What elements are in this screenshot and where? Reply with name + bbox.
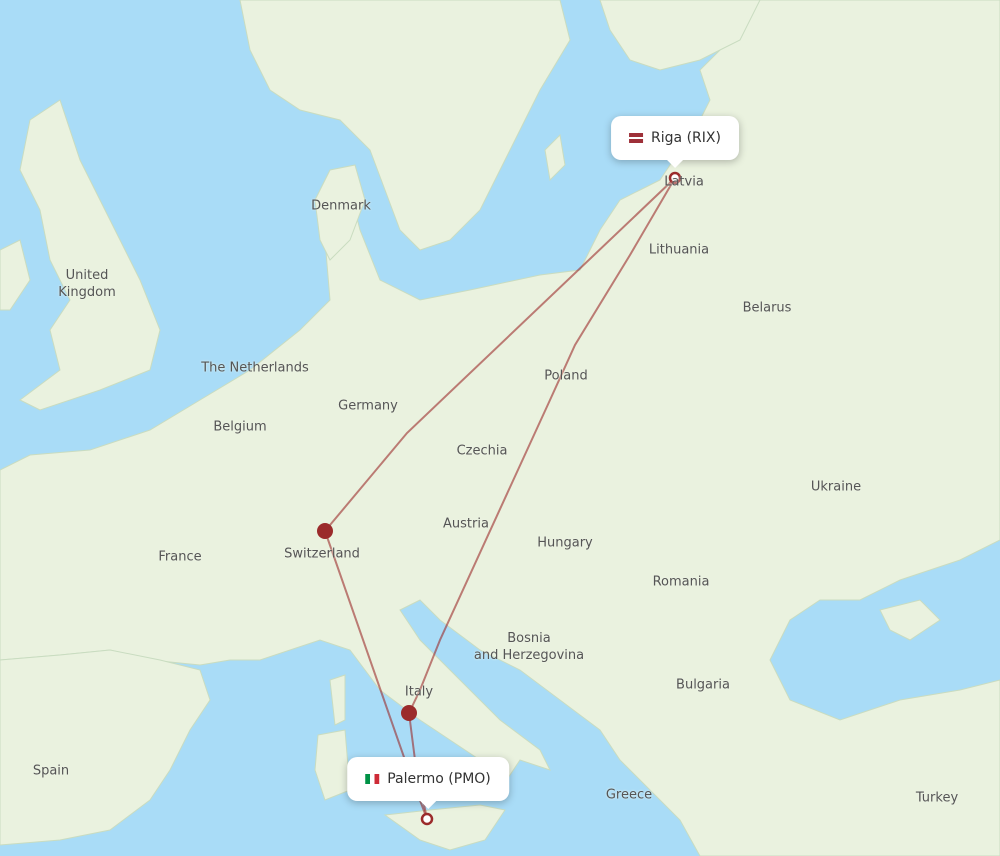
stopover-rome-dot[interactable]	[401, 705, 417, 721]
country-label-bulgaria: Bulgaria	[676, 677, 730, 693]
country-label-switzerland: Switzerland	[284, 546, 360, 562]
country-label-austria: Austria	[443, 516, 489, 532]
country-label-ukraine: Ukraine	[810, 479, 862, 495]
country-label-hungary: Hungary	[537, 535, 593, 551]
country-label-latvia: Latvia	[664, 174, 704, 190]
country-label-bosnia: Bosnia and Herzegovina	[473, 631, 585, 663]
stopover-zurich-dot[interactable]	[317, 523, 333, 539]
country-label-denmark: Denmark	[311, 198, 371, 214]
country-label-belgium: Belgium	[213, 419, 267, 435]
country-label-belarus: Belarus	[742, 300, 792, 316]
destination-callout[interactable]: Riga (RIX)	[611, 116, 739, 168]
country-label-turkey: Turkey	[915, 790, 959, 806]
country-label-greece: Greece	[605, 787, 653, 803]
country-label-lithuania: Lithuania	[648, 242, 710, 258]
country-label-romania: Romania	[652, 574, 710, 590]
latvia-flag-icon	[629, 133, 644, 143]
origin-marker[interactable]	[420, 812, 434, 826]
country-label-poland: Poland	[544, 368, 588, 384]
country-label-germany: Germany	[338, 398, 398, 414]
country-label-uk: United Kingdom	[58, 268, 116, 300]
origin-callout[interactable]: Palermo (PMO)	[347, 757, 509, 809]
destination-city-label: Riga (RIX)	[651, 130, 721, 146]
map-canvas[interactable]	[0, 0, 1000, 856]
origin-city-label: Palermo (PMO)	[387, 771, 491, 787]
country-label-netherlands: The Netherlands	[201, 360, 309, 376]
country-label-italy: Italy	[404, 684, 434, 700]
land	[0, 0, 1000, 856]
country-label-france: France	[158, 549, 202, 565]
country-label-spain: Spain	[32, 763, 70, 779]
country-label-czechia: Czechia	[456, 443, 508, 459]
italy-flag-icon	[365, 774, 380, 784]
